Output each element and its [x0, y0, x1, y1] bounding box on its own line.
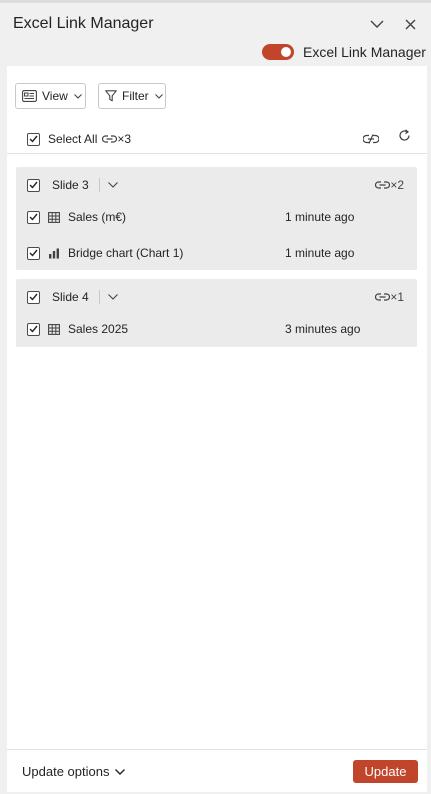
separator: [98, 178, 100, 192]
link-manager-panel: View Filter Select All ×3 Slide 3 ×2 Sal…: [7, 66, 427, 792]
slide-link-count-text: ×1: [390, 290, 404, 304]
link-item[interactable]: Sales (m€) 1 minute ago: [16, 199, 417, 235]
link-checkbox[interactable]: [27, 246, 40, 260]
pane-title: Excel Link Manager: [13, 15, 154, 32]
link-updated-time: 3 minutes ago: [285, 322, 361, 336]
slide-group: Slide 4 ×1 Sales 2025 3 minutes ago: [16, 279, 417, 347]
pane-footer: Update options Update: [7, 749, 427, 792]
expand-chevron-icon[interactable]: [107, 294, 118, 300]
slide-group: Slide 3 ×2 Sales (m€) 1 minute ago Bridg…: [16, 167, 417, 270]
update-options-dropdown[interactable]: Update options: [22, 764, 126, 779]
slide-checkbox[interactable]: [27, 290, 40, 304]
link-label: Sales (m€): [68, 210, 127, 224]
table-icon: [48, 323, 60, 335]
link-checkbox[interactable]: [27, 322, 40, 336]
pane-header: Excel Link Manager: [0, 3, 431, 41]
link-updated-time: 1 minute ago: [285, 210, 355, 224]
slide-link-count: ×1: [375, 290, 404, 304]
update-button[interactable]: Update: [353, 760, 418, 783]
view-layout-icon: [22, 90, 37, 102]
slide-group-header[interactable]: Slide 3 ×2: [16, 167, 417, 203]
select-all-checkbox[interactable]: [27, 132, 40, 146]
chevron-down-icon: [115, 768, 126, 775]
link-label: Bridge chart (Chart 1): [68, 246, 184, 260]
toggle-label: Excel Link Manager: [303, 44, 426, 60]
collapse-chevron-icon[interactable]: [368, 15, 386, 33]
link-checkbox[interactable]: [27, 210, 40, 224]
view-dropdown-button[interactable]: View: [15, 83, 86, 109]
slide-label: Slide 4: [52, 290, 89, 304]
update-options-label: Update options: [22, 764, 110, 779]
slide-checkbox[interactable]: [27, 178, 40, 192]
filter-label: Filter: [122, 89, 149, 103]
break-links-icon[interactable]: [362, 131, 380, 149]
refresh-icon[interactable]: [398, 129, 411, 147]
filter-dropdown-button[interactable]: Filter: [98, 83, 166, 109]
link-item[interactable]: Bridge chart (Chart 1) 1 minute ago: [16, 235, 417, 271]
separator: [98, 290, 100, 304]
link-label: Sales 2025: [68, 322, 129, 336]
slide-label: Slide 3: [52, 178, 89, 192]
link-icon: [375, 181, 391, 189]
link-item[interactable]: Sales 2025 3 minutes ago: [16, 311, 417, 347]
toolbar-divider: [7, 153, 427, 154]
link-updated-time: 1 minute ago: [285, 246, 355, 260]
slide-link-count: ×2: [375, 178, 404, 192]
close-icon[interactable]: [401, 15, 419, 33]
table-icon: [48, 211, 60, 223]
filter-icon: [105, 90, 117, 102]
bar-chart-icon: [49, 248, 59, 258]
chevron-down-icon: [73, 93, 82, 99]
chevron-down-icon: [154, 93, 163, 99]
toggle-row: Excel Link Manager: [7, 39, 427, 66]
excel-link-manager-toggle[interactable]: [262, 44, 294, 60]
checkmark-icon: [29, 249, 38, 257]
expand-chevron-icon[interactable]: [107, 182, 118, 188]
checkmark-icon: [29, 135, 38, 143]
toggle-knob: [281, 47, 291, 57]
checkmark-icon: [29, 293, 38, 301]
checkmark-icon: [29, 325, 38, 333]
checkmark-icon: [29, 213, 38, 221]
link-icon: [375, 293, 391, 301]
link-icon: [102, 135, 118, 143]
view-label: View: [42, 89, 68, 103]
slide-link-count-text: ×2: [390, 178, 404, 192]
select-all-link-count: ×3: [117, 132, 132, 146]
select-all-row: Select All ×3: [27, 131, 131, 147]
select-all-label: Select All: [48, 132, 98, 146]
slide-group-header[interactable]: Slide 4 ×1: [16, 279, 417, 315]
checkmark-icon: [29, 181, 38, 189]
